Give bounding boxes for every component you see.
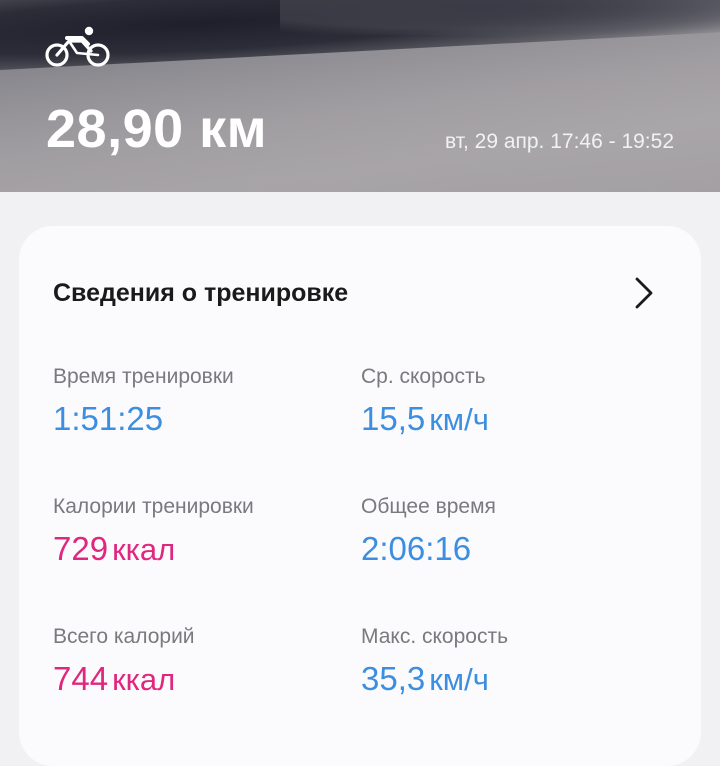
background-blur — [280, 0, 720, 35]
stat-label: Калории тренировки — [53, 495, 254, 518]
stat-label: Общее время — [361, 495, 496, 518]
stat-unit: км/ч — [429, 662, 489, 697]
stat-number: 15,5 — [361, 400, 426, 437]
stat-value: 2:06:16 — [361, 529, 496, 576]
stat-number: 35,3 — [361, 660, 426, 697]
stat-label: Макс. скорость — [361, 625, 509, 648]
stat-workout-calories: Калории тренировки 729 ккал — [53, 493, 254, 576]
stat-number: 729 — [53, 530, 109, 567]
stat-max-speed: Макс. скорость 35,3 км/ч — [361, 623, 508, 706]
workout-time-range: вт, 29 апр. 17:46 - 19:52 — [444, 130, 674, 153]
stat-value: 744 ккал — [53, 659, 195, 706]
stat-number: 744 — [53, 660, 109, 697]
stat-number: 1:51:25 — [53, 400, 164, 437]
stat-unit: ккал — [112, 662, 176, 697]
stat-label: Ср. скорость — [361, 365, 486, 388]
chevron-right-icon[interactable] — [633, 276, 655, 310]
workout-details-card[interactable]: Сведения о тренировке Время тренировки 1… — [19, 226, 701, 766]
card-title: Сведения о тренировке — [53, 279, 349, 307]
stat-value: 1:51:25 — [53, 399, 234, 446]
stat-value: 35,3 км/ч — [361, 659, 508, 706]
stat-value: 15,5 км/ч — [361, 399, 489, 446]
stat-total-time: Общее время 2:06:16 — [361, 493, 496, 576]
workout-distance: 28,90 км — [46, 99, 268, 159]
stat-avg-speed: Ср. скорость 15,5 км/ч — [361, 363, 489, 446]
workout-header: 28,90 км вт, 29 апр. 17:46 - 19:52 — [0, 0, 720, 192]
stat-total-calories: Всего калорий 744 ккал — [53, 623, 195, 706]
stat-unit: км/ч — [429, 402, 489, 437]
stat-value: 729 ккал — [53, 529, 254, 576]
cycling-icon — [45, 26, 110, 67]
stat-label: Время тренировки — [53, 365, 234, 388]
stat-number: 2:06:16 — [361, 530, 472, 567]
stat-label: Всего калорий — [53, 625, 195, 648]
stat-workout-time: Время тренировки 1:51:25 — [53, 363, 234, 446]
stat-unit: ккал — [112, 532, 176, 567]
